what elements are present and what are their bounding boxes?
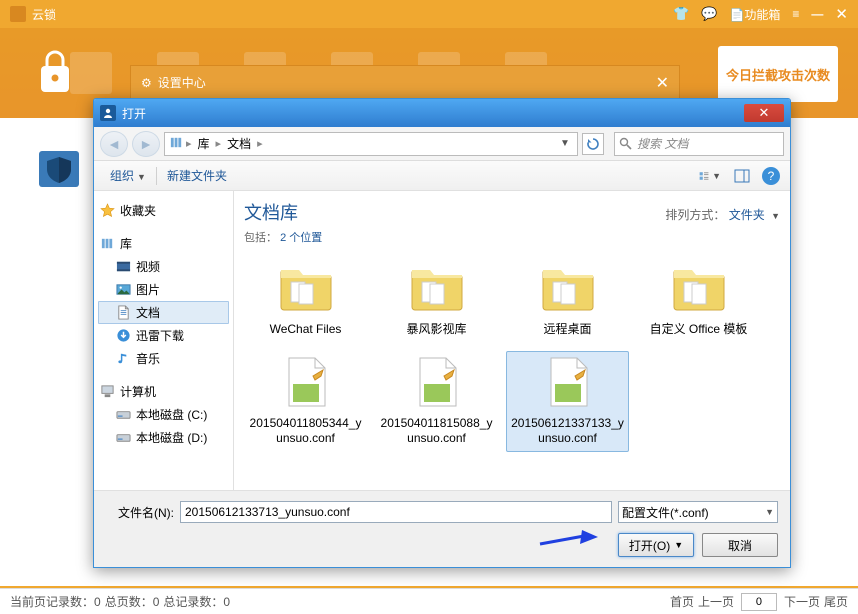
gear-icon: ⚙ <box>141 76 152 90</box>
tree-libraries[interactable]: 库 <box>98 232 229 255</box>
app-title: 云锁 <box>32 6 673 23</box>
file-item[interactable]: 201504011815088_yunsuo.conf <box>375 351 498 452</box>
total-pages: 总页数：0 <box>105 593 160 610</box>
settings-close-icon[interactable]: ✕ <box>656 73 669 93</box>
view-mode-button[interactable]: ▼ <box>698 165 722 187</box>
dialog-close-button[interactable]: ✕ <box>744 104 784 122</box>
last-page[interactable]: 尾页 <box>824 593 848 610</box>
file-open-dialog: 打开 ✕ ◄ ► ▸ 库 ▸ 文档 ▸ ▼ 搜索 文档 组织▼ 新建文件夹 ▼ <box>93 98 791 568</box>
prev-page[interactable]: 上一页 <box>698 593 734 610</box>
next-page[interactable]: 下一页 <box>784 593 820 610</box>
chat-icon[interactable]: 💬 <box>701 6 717 22</box>
file-label: WeChat Files <box>270 322 342 338</box>
disk-icon <box>116 407 131 422</box>
settings-title: 设置中心 <box>158 74 206 91</box>
breadcrumb[interactable]: ▸ 库 ▸ 文档 ▸ ▼ <box>164 132 578 156</box>
nav-back-button[interactable]: ◄ <box>100 131 128 157</box>
tree-disk-d[interactable]: 本地磁盘 (D:) <box>98 426 229 449</box>
video-icon <box>116 259 131 274</box>
folder-tree: 收藏夹 库 视频 图片 文档 <box>94 191 234 490</box>
tree-videos[interactable]: 视频 <box>98 255 229 278</box>
total-records: 总记录数：0 <box>163 593 230 610</box>
nav-forward-button[interactable]: ► <box>132 131 160 157</box>
conf-file-icon <box>538 356 598 412</box>
page-input[interactable] <box>741 593 777 611</box>
tree-disk-c[interactable]: 本地磁盘 (C:) <box>98 403 229 426</box>
computer-icon <box>100 384 115 399</box>
first-page[interactable]: 首页 <box>670 593 694 610</box>
open-button[interactable]: 打开(O)▼ <box>618 533 694 557</box>
file-label: 201506121337133_yunsuo.conf <box>509 416 626 447</box>
dialog-title: 打开 <box>122 105 744 122</box>
library-locations-link[interactable]: 2 个位置 <box>280 232 322 244</box>
file-label: 201504011815088_yunsuo.conf <box>378 416 495 447</box>
library-sub-label: 包括： <box>244 232 277 244</box>
disk-icon <box>116 430 131 445</box>
folder-item[interactable]: 暴风影视库 <box>375 257 498 343</box>
libraries-icon <box>100 236 115 251</box>
filename-input[interactable] <box>180 501 612 523</box>
new-folder-button[interactable]: 新建文件夹 <box>161 167 233 184</box>
library-title: 文档库 <box>244 199 298 225</box>
filename-label: 文件名(N): <box>114 504 174 521</box>
folder-item[interactable]: 自定义 Office 模板 <box>637 257 760 343</box>
refresh-button[interactable] <box>582 133 604 155</box>
file-item[interactable]: 201504011805344_yunsuo.conf <box>244 351 367 452</box>
cancel-button[interactable]: 取消 <box>702 533 778 557</box>
cur-page-records: 当前页记录数：0 <box>10 593 101 610</box>
folder-icon <box>276 262 336 318</box>
file-label: 自定义 Office 模板 <box>650 322 748 338</box>
toolbox-icon[interactable]: 📄功能箱 <box>729 6 780 23</box>
tree-computer[interactable]: 计算机 <box>98 380 229 403</box>
search-placeholder: 搜索 文档 <box>637 135 688 152</box>
help-icon[interactable]: ? <box>762 167 780 185</box>
dialog-app-icon <box>100 105 116 121</box>
app-logo-icon <box>10 6 26 22</box>
star-icon <box>100 203 115 218</box>
close-icon[interactable]: ✕ <box>835 5 848 23</box>
header-item-1[interactable] <box>70 52 112 94</box>
library-icon <box>169 135 184 153</box>
breadcrumb-seg-documents[interactable]: 文档 <box>223 135 255 152</box>
file-label: 远程桌面 <box>543 322 591 338</box>
breadcrumb-dropdown-icon[interactable]: ▼ <box>557 138 573 149</box>
file-item[interactable]: 201506121337133_yunsuo.conf <box>506 351 629 452</box>
folder-item[interactable]: 远程桌面 <box>506 257 629 343</box>
file-label: 暴风影视库 <box>406 322 466 338</box>
document-icon <box>116 305 131 320</box>
tree-favorites[interactable]: 收藏夹 <box>98 199 229 222</box>
preview-pane-button[interactable] <box>730 165 754 187</box>
search-input[interactable]: 搜索 文档 <box>614 132 784 156</box>
annotation-arrow-icon <box>538 530 598 548</box>
search-icon <box>619 137 633 151</box>
conf-file-icon <box>276 356 336 412</box>
folder-icon <box>538 262 598 318</box>
picture-icon <box>116 282 131 297</box>
today-block: 今日拦截攻击次数 <box>718 46 838 102</box>
menu-icon[interactable]: ≡ <box>792 7 799 21</box>
organize-button[interactable]: 组织▼ <box>104 167 152 184</box>
folder-item[interactable]: WeChat Files <box>244 257 367 343</box>
music-icon <box>116 351 131 366</box>
folder-icon <box>407 262 467 318</box>
shield-icon[interactable] <box>35 145 83 193</box>
tree-pictures[interactable]: 图片 <box>98 278 229 301</box>
file-label: 201504011805344_yunsuo.conf <box>247 416 364 447</box>
lock-icon <box>35 48 75 98</box>
minimize-icon[interactable]: — <box>811 7 823 21</box>
tree-music[interactable]: 音乐 <box>98 347 229 370</box>
breadcrumb-seg-library[interactable]: 库 <box>194 135 214 152</box>
download-icon <box>116 328 131 343</box>
tshirt-icon[interactable]: 👕 <box>673 6 689 22</box>
tree-xunlei[interactable]: 迅雷下载 <box>98 324 229 347</box>
arrange-by[interactable]: 排列方式： 文件夹 ▼ <box>665 206 780 223</box>
folder-icon <box>669 262 729 318</box>
conf-file-icon <box>407 356 467 412</box>
file-filter-select[interactable]: 配置文件(*.conf) ▼ <box>618 501 778 523</box>
tree-documents[interactable]: 文档 <box>98 301 229 324</box>
